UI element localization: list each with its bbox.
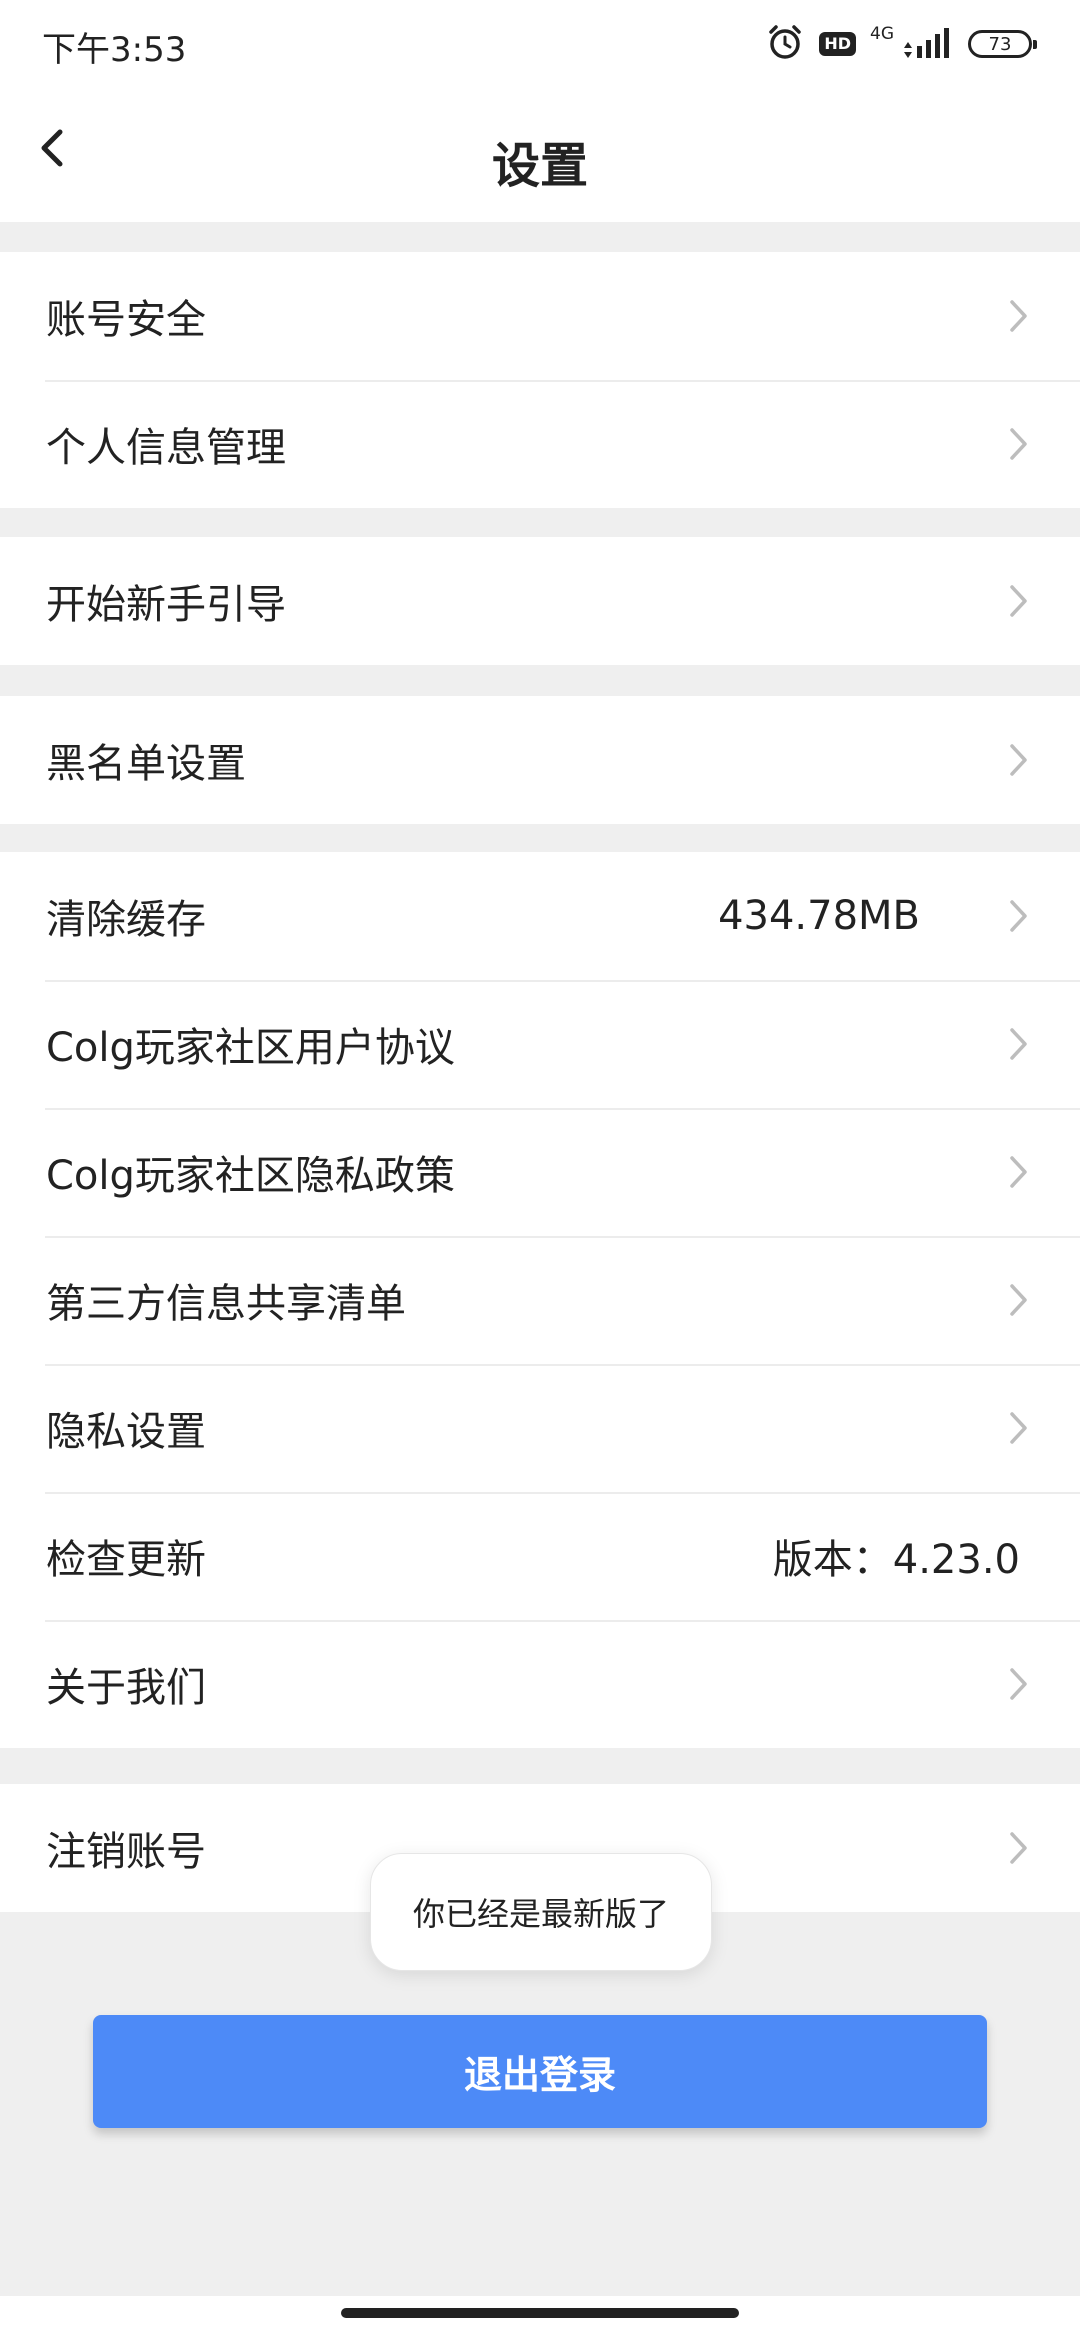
- settings-item-label: 隐私设置: [46, 1409, 206, 1455]
- settings-group-account: 账号安全 个人信息管理: [0, 252, 1080, 508]
- settings-item-user-agreement[interactable]: Colg玩家社区用户协议: [0, 980, 1080, 1108]
- network-type: 4G: [870, 24, 894, 44]
- logout-button[interactable]: 退出登录: [93, 2015, 987, 2128]
- cache-size: 434.78MB: [718, 893, 920, 939]
- status-icons: HD 4G 73: [765, 22, 1037, 66]
- settings-group-guide: 开始新手引导: [0, 537, 1080, 665]
- settings-item-label: 注销账号: [46, 1829, 206, 1875]
- settings-item-privacy-policy[interactable]: Colg玩家社区隐私政策: [0, 1108, 1080, 1236]
- settings-item-label: 第三方信息共享清单: [46, 1281, 406, 1327]
- settings-item-account-security[interactable]: 账号安全: [0, 252, 1080, 380]
- chevron-right-icon: [1004, 1280, 1034, 1320]
- chevron-right-icon: [1004, 1024, 1034, 1064]
- battery-indicator: 73: [968, 30, 1037, 58]
- settings-item-blacklist[interactable]: 黑名单设置: [0, 696, 1080, 824]
- settings-item-personal-info[interactable]: 个人信息管理: [0, 380, 1080, 508]
- chevron-right-icon: [1004, 296, 1034, 336]
- settings-item-check-update[interactable]: 检查更新 版本：4.23.0: [0, 1492, 1080, 1620]
- toast-message: 你已经是最新版了: [370, 1853, 712, 1971]
- settings-item-third-party-list[interactable]: 第三方信息共享清单: [0, 1236, 1080, 1364]
- chevron-right-icon: [1004, 581, 1034, 621]
- settings-item-label: 黑名单设置: [46, 741, 246, 787]
- chevron-right-icon: [1004, 1408, 1034, 1448]
- chevron-right-icon: [1004, 1664, 1034, 1704]
- settings-group-blacklist: 黑名单设置: [0, 696, 1080, 824]
- status-bar: 下午3:53 HD 4G 73: [0, 0, 1080, 90]
- nav-bar: 设置: [0, 90, 1080, 222]
- chevron-right-icon: [1004, 896, 1034, 936]
- settings-item-label: 个人信息管理: [46, 425, 286, 471]
- settings-item-clear-cache[interactable]: 清除缓存 434.78MB: [0, 852, 1080, 980]
- chevron-right-icon: [1004, 1152, 1034, 1192]
- settings-item-label: 账号安全: [46, 297, 206, 343]
- page-title: 设置: [491, 138, 588, 194]
- gesture-bar: [0, 2296, 1080, 2340]
- status-time: 下午3:53: [42, 30, 187, 70]
- settings-group-general: 清除缓存 434.78MB Colg玩家社区用户协议 Colg玩家社区隐私政策 …: [0, 852, 1080, 1748]
- signal-icon: [902, 26, 954, 62]
- settings-item-label: Colg玩家社区用户协议: [46, 1025, 455, 1071]
- version-label: 版本：4.23.0: [772, 1537, 1020, 1583]
- home-indicator[interactable]: [341, 2308, 739, 2318]
- hd-badge: HD: [819, 32, 856, 56]
- alarm-icon: [765, 22, 805, 66]
- chevron-right-icon: [1004, 424, 1034, 464]
- settings-item-label: 关于我们: [46, 1665, 206, 1711]
- settings-item-label: 开始新手引导: [46, 582, 286, 628]
- settings-item-label: 检查更新: [46, 1537, 206, 1583]
- chevron-right-icon: [1004, 740, 1034, 780]
- chevron-right-icon: [1004, 1828, 1034, 1868]
- settings-item-label: 清除缓存: [46, 897, 206, 943]
- settings-item-label: Colg玩家社区隐私政策: [46, 1153, 455, 1199]
- settings-item-newbie-guide[interactable]: 开始新手引导: [0, 537, 1080, 665]
- settings-item-about-us[interactable]: 关于我们: [0, 1620, 1080, 1748]
- settings-item-privacy-settings[interactable]: 隐私设置: [0, 1364, 1080, 1492]
